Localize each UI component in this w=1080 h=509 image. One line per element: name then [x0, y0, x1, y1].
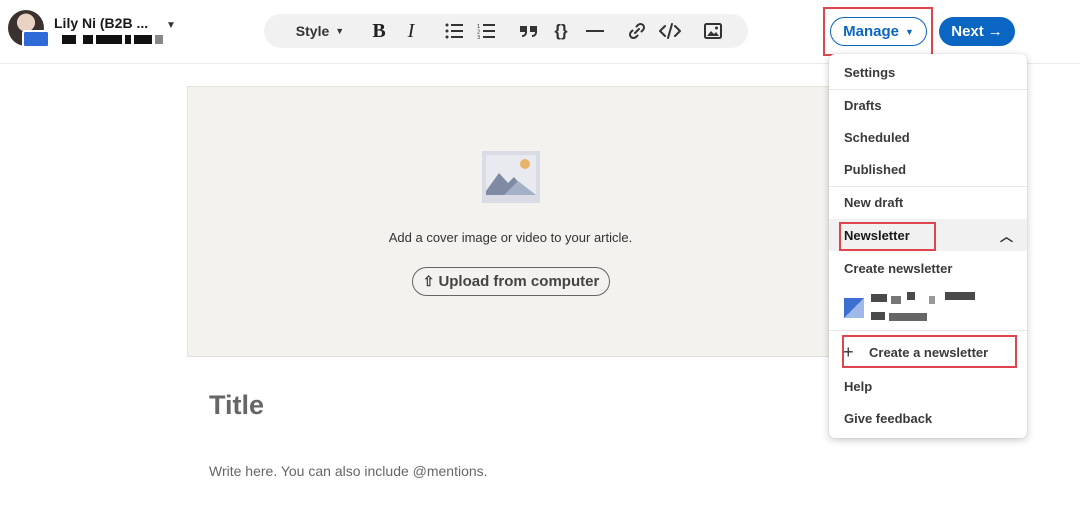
menu-item-drafts[interactable]: Drafts [829, 89, 1027, 121]
next-button[interactable]: Next → [939, 17, 1015, 46]
bulleted-list-icon[interactable] [444, 14, 464, 48]
svg-text:3: 3 [477, 35, 480, 39]
embed-code-icon[interactable] [658, 14, 682, 48]
redacted-text [889, 313, 927, 321]
menu-item-settings[interactable]: Settings [829, 56, 1027, 88]
image-placeholder-icon [482, 151, 540, 208]
menu-item-give-feedback[interactable]: Give feedback [829, 402, 1027, 434]
upload-icon: ⇧ [422, 273, 435, 289]
redacted-text [945, 292, 975, 300]
numbered-list-icon[interactable]: 123 [476, 14, 496, 48]
code-braces-icon[interactable]: {} [550, 14, 572, 48]
caret-down-icon: ▼ [335, 26, 345, 36]
menu-item-help[interactable]: Help [829, 370, 1027, 402]
body-field[interactable]: Write here. You can also include @mentio… [209, 463, 488, 479]
redacted-text [929, 296, 935, 304]
menu-item-create-newsletter[interactable]: Create newsletter [829, 252, 1027, 284]
redacted-text [871, 294, 887, 302]
quote-icon[interactable] [518, 14, 540, 48]
style-dropdown[interactable]: Style ▼ [292, 14, 348, 48]
italic-button[interactable]: I [404, 14, 418, 48]
next-label: Next [951, 23, 984, 40]
menu-item-published[interactable]: Published [829, 153, 1027, 185]
redacted-text [891, 296, 901, 304]
author-name: Lily Ni (B2B ... [54, 15, 149, 31]
menu-divider [829, 330, 1027, 331]
highlight-box-newsletter [839, 222, 936, 251]
highlight-box-create-newsletter [842, 335, 1017, 368]
image-icon[interactable] [702, 14, 724, 48]
upload-label: Upload from computer [438, 273, 600, 290]
chevron-up-icon: ︿ [999, 228, 1013, 244]
cover-prompt: Add a cover image or video to your artic… [388, 230, 633, 245]
author-subtitle-redacted [62, 35, 174, 47]
menu-item-scheduled[interactable]: Scheduled [829, 121, 1027, 153]
newsletter-logo [844, 298, 864, 318]
formatting-toolbar: Style ▼ B I 123 {} [264, 14, 748, 48]
style-label: Style [295, 23, 330, 39]
company-badge [22, 30, 50, 48]
arrow-right-icon: → [987, 23, 1003, 40]
author-switcher[interactable]: Lily Ni (B2B ... ▼ [8, 10, 198, 50]
redacted-text [907, 292, 915, 300]
cover-media-area[interactable]: Add a cover image or video to your artic… [187, 86, 842, 357]
caret-down-icon: ▼ [166, 20, 176, 31]
highlight-box-manage [823, 7, 933, 56]
redacted-text [871, 312, 885, 320]
bold-button[interactable]: B [370, 14, 388, 48]
divider-icon[interactable] [584, 14, 606, 48]
upload-from-computer-button[interactable]: ⇧ Upload from computer [412, 267, 610, 296]
link-icon[interactable] [626, 14, 648, 48]
title-field[interactable]: Title [209, 390, 264, 421]
newsletter-entry-redacted[interactable] [829, 282, 1027, 326]
menu-item-new-draft[interactable]: New draft [829, 186, 1027, 218]
